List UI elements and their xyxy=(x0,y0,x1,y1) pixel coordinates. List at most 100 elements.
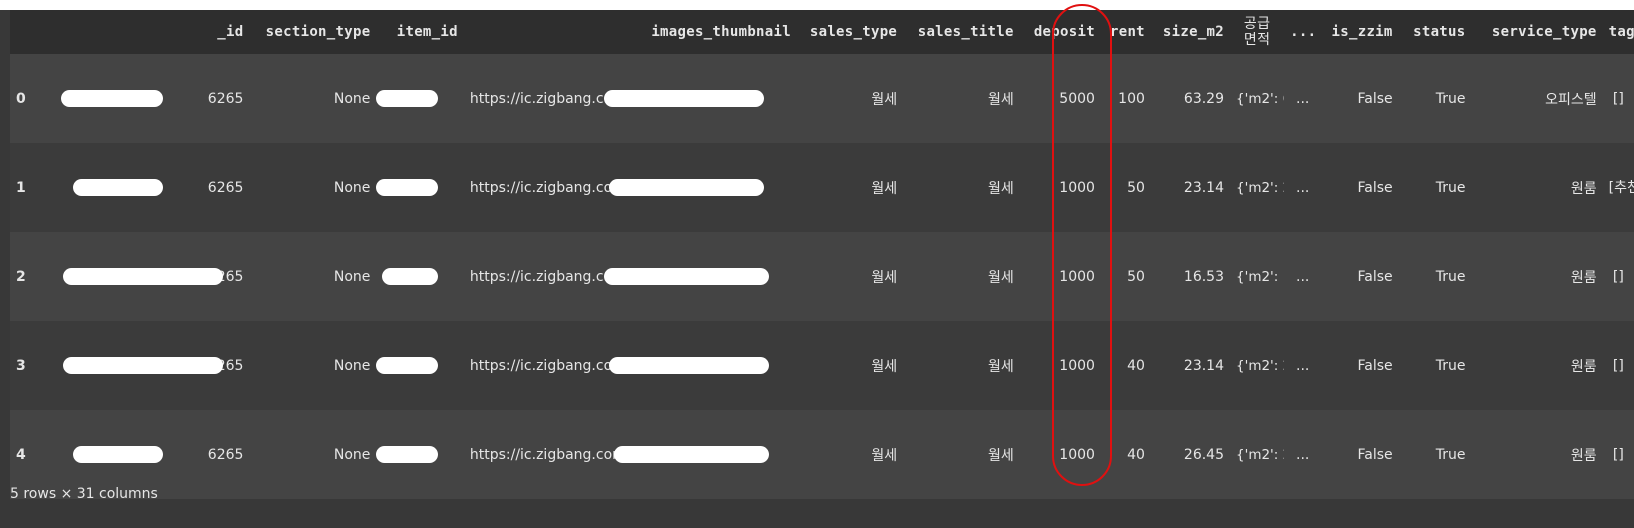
section-type-cell: None xyxy=(249,54,377,143)
section-type-cell-text: None xyxy=(333,268,371,285)
ellipsis-cell: ... xyxy=(1284,232,1316,321)
service-type-cell: 원룸 xyxy=(1471,143,1603,232)
col-header: section_type xyxy=(249,10,377,54)
size-m2-cell: 26.45 xyxy=(1150,410,1231,499)
row-index: 0 xyxy=(10,54,33,143)
ellipsis-cell: ... xyxy=(1284,321,1316,410)
col-header: sales_type xyxy=(796,10,904,54)
tags-cell: [] xyxy=(1602,232,1634,321)
tags-cell: [] xyxy=(1602,321,1634,410)
table-row: 1 6265 None https://ic.zigbang.com/월세 월세 1000… xyxy=(10,143,1634,232)
rent-cell: 50 xyxy=(1100,232,1151,321)
col-header-supply-area: 공급 면적 xyxy=(1230,10,1285,54)
col-header: rent xyxy=(1100,10,1151,54)
sales-title-cell-text: 월세 xyxy=(987,447,1014,464)
redaction-mark xyxy=(608,179,764,196)
col-header: tags xyxy=(1602,10,1634,54)
service-type-cell-text: 원룸 xyxy=(1570,180,1597,197)
table-row: 3 6265 None https://ic.zigbang.com/월세 월세 1000… xyxy=(10,321,1634,410)
index-header xyxy=(10,10,33,54)
image-url-cell-text: https://ic.zigbang.com xyxy=(469,268,626,285)
col-header: sales_title xyxy=(903,10,1020,54)
dataframe-table: _id section_type item_id images_thumbnai… xyxy=(10,10,1634,499)
ellipsis-cell: ... xyxy=(1284,410,1316,499)
ellipsis-cell-text: ... xyxy=(1296,446,1310,463)
status-cell: True xyxy=(1398,232,1472,321)
section-type-cell: None xyxy=(249,321,377,410)
ellipsis-cell-text: ... xyxy=(1296,268,1310,285)
sales-title-cell-text: 월세 xyxy=(987,358,1014,375)
col-header: _id xyxy=(32,10,250,54)
status-cell-text: True xyxy=(1435,90,1466,107)
col-header: item_id xyxy=(376,10,464,54)
status-cell: True xyxy=(1398,143,1472,232)
tags-cell: [] xyxy=(1602,54,1634,143)
size-m2-cell: 63.29 xyxy=(1150,54,1231,143)
image-url-cell: https://ic.zigbang.com/ xyxy=(463,321,797,410)
deposit-cell-text: 1000 xyxy=(1059,268,1095,285)
section-type-cell: None xyxy=(249,143,377,232)
redaction-mark xyxy=(376,90,439,107)
sales-type-cell-text: 월세 xyxy=(871,358,898,375)
redaction-mark xyxy=(72,179,163,196)
redaction-mark xyxy=(62,357,223,374)
service-type-cell: 원룸 xyxy=(1471,232,1603,321)
row-index: 3 xyxy=(10,321,33,410)
redaction-mark xyxy=(60,90,163,107)
sales-type-cell: 월세 xyxy=(796,232,904,321)
sales-title-cell: 월세 xyxy=(903,321,1020,410)
supply-area-cell-text: {'m2': 26.45, 'p': '8'} xyxy=(1236,446,1284,463)
sales-type-cell-text: 월세 xyxy=(871,91,898,108)
redaction-mark xyxy=(62,268,223,285)
sales-type-cell: 월세 xyxy=(796,143,904,232)
service-type-cell-text: 오피스텔 xyxy=(1545,91,1597,108)
sales-type-cell: 월세 xyxy=(796,54,904,143)
status-cell: True xyxy=(1398,410,1472,499)
item-id-cell xyxy=(376,143,464,232)
deposit-cell-text: 1000 xyxy=(1059,179,1095,196)
status-cell-text: True xyxy=(1435,357,1466,374)
section-type-cell-text: None xyxy=(333,90,371,107)
status-cell-text: True xyxy=(1435,268,1466,285)
is-zzim-cell-text: False xyxy=(1357,90,1393,107)
size-m2-cell-text: 23.14 xyxy=(1183,357,1225,374)
status-cell-text: True xyxy=(1435,446,1466,463)
deposit-cell-text: 1000 xyxy=(1059,446,1095,463)
redaction-mark xyxy=(376,446,439,463)
image-url-cell: https://ic.zigbang.com/ xyxy=(463,143,797,232)
col-header: service_type xyxy=(1471,10,1603,54)
redaction-mark xyxy=(603,90,764,107)
size-m2-cell: 23.14 xyxy=(1150,143,1231,232)
image-url-cell-text: https://ic.zigbang.com/ xyxy=(469,179,631,196)
row-index: 2 xyxy=(10,232,33,321)
section-type-cell: None xyxy=(249,410,377,499)
sales-title-cell: 월세 xyxy=(903,143,1020,232)
sales-type-cell-text: 월세 xyxy=(871,180,898,197)
section-type-cell-text: None xyxy=(333,446,371,463)
service-type-cell: 원룸 xyxy=(1471,321,1603,410)
supply-area-cell-text: {'m2': 23.14, 'p': '7'} xyxy=(1236,179,1284,196)
is-zzim-cell-text: False xyxy=(1357,446,1393,463)
row-index-text: 1 xyxy=(16,179,26,196)
is-zzim-cell: False xyxy=(1315,54,1399,143)
ellipsis-cell: ... xyxy=(1284,143,1316,232)
rent-cell: 40 xyxy=(1100,321,1151,410)
image-url-cell: https://ic.zigbang.com/ xyxy=(463,54,797,143)
status-cell: True xyxy=(1398,54,1472,143)
supply-area-cell-text: {'m2': 16.53, 'p': '5'} xyxy=(1236,268,1284,285)
row-index: 1 xyxy=(10,143,33,232)
service-type-cell-text: 원룸 xyxy=(1570,447,1597,464)
deposit-cell: 1000 xyxy=(1019,410,1101,499)
rent-cell-text: 50 xyxy=(1127,268,1145,285)
ellipsis-cell-text: ... xyxy=(1296,357,1310,374)
rent-cell: 50 xyxy=(1100,143,1151,232)
rent-cell-text: 50 xyxy=(1127,179,1145,196)
deposit-cell: 1000 xyxy=(1019,321,1101,410)
redaction-mark xyxy=(603,268,769,285)
sales-title-cell: 월세 xyxy=(903,54,1020,143)
ellipsis-cell-text: ... xyxy=(1296,179,1310,196)
ellipsis-cell: ... xyxy=(1284,54,1316,143)
id-cell: 6265 xyxy=(32,232,250,321)
rent-cell-text: 100 xyxy=(1118,90,1145,107)
dataframe-output: _id section_type item_id images_thumbnai… xyxy=(10,10,1634,528)
